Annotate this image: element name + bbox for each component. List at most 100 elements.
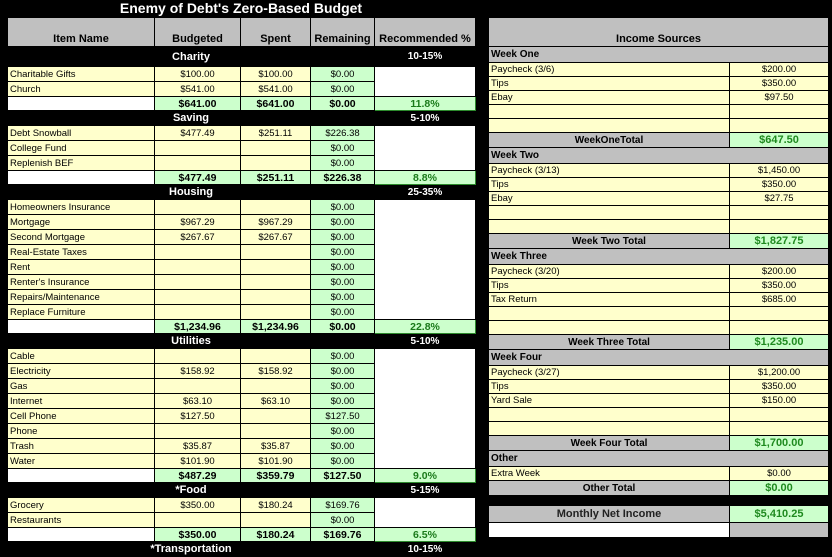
item-spent[interactable]: $63.10 <box>240 393 311 409</box>
income-amount[interactable]: $350.00 <box>728 76 830 91</box>
income-source-name[interactable]: Paycheck (3/20) <box>488 264 730 279</box>
income-source-name[interactable]: Tips <box>488 177 730 192</box>
item-name[interactable]: Trash <box>7 438 155 454</box>
item-spent[interactable] <box>240 423 311 439</box>
item-name[interactable]: Replace Furniture <box>7 304 155 320</box>
income-amount[interactable] <box>728 407 830 422</box>
item-name[interactable]: Repairs/Maintenance <box>7 289 155 305</box>
item-name[interactable]: Cable <box>7 348 155 364</box>
item-budgeted[interactable]: $127.50 <box>154 408 241 424</box>
income-amount[interactable] <box>728 421 830 436</box>
income-amount[interactable]: $350.00 <box>728 278 830 293</box>
income-amount[interactable] <box>728 306 830 321</box>
income-amount[interactable]: $200.00 <box>728 62 830 77</box>
item-spent[interactable]: $267.67 <box>240 229 311 245</box>
income-source-name[interactable]: Tips <box>488 278 730 293</box>
item-name[interactable]: Gas <box>7 378 155 394</box>
item-spent[interactable]: $180.24 <box>240 497 311 513</box>
income-source-name[interactable]: Paycheck (3/6) <box>488 62 730 77</box>
item-budgeted[interactable] <box>154 512 241 528</box>
income-source-name[interactable] <box>488 104 730 119</box>
item-name[interactable]: Real-Estate Taxes <box>7 244 155 260</box>
item-spent[interactable]: $251.11 <box>240 125 311 141</box>
item-budgeted[interactable]: $541.00 <box>154 81 241 97</box>
income-amount[interactable]: $350.00 <box>728 379 830 394</box>
income-source-name[interactable]: Paycheck (3/27) <box>488 365 730 380</box>
item-spent[interactable]: $541.00 <box>240 81 311 97</box>
item-budgeted[interactable] <box>154 378 241 394</box>
item-name[interactable]: Second Mortgage <box>7 229 155 245</box>
item-spent[interactable] <box>240 274 311 290</box>
item-budgeted[interactable] <box>154 244 241 260</box>
item-name[interactable]: Replenish BEF <box>7 155 155 171</box>
item-spent[interactable]: $101.90 <box>240 453 311 469</box>
item-name[interactable]: Church <box>7 81 155 97</box>
item-budgeted[interactable] <box>154 259 241 275</box>
income-amount[interactable] <box>728 320 830 335</box>
item-budgeted[interactable] <box>154 155 241 171</box>
item-spent[interactable] <box>240 304 311 320</box>
item-spent[interactable] <box>240 199 311 215</box>
income-amount[interactable] <box>728 219 830 234</box>
item-spent[interactable] <box>240 155 311 171</box>
item-budgeted[interactable]: $477.49 <box>154 125 241 141</box>
item-budgeted[interactable]: $158.92 <box>154 363 241 379</box>
item-name[interactable]: Cell Phone <box>7 408 155 424</box>
item-spent[interactable]: $35.87 <box>240 438 311 454</box>
item-spent[interactable] <box>240 408 311 424</box>
income-source-name[interactable]: Tips <box>488 379 730 394</box>
item-name[interactable]: Water <box>7 453 155 469</box>
item-budgeted[interactable] <box>154 304 241 320</box>
item-budgeted[interactable] <box>154 348 241 364</box>
item-name[interactable]: Charitable Gifts <box>7 66 155 82</box>
income-amount[interactable]: $200.00 <box>728 264 830 279</box>
item-spent[interactable] <box>240 378 311 394</box>
income-source-name[interactable]: Tax Return <box>488 292 730 307</box>
income-amount[interactable]: $97.50 <box>728 90 830 105</box>
item-name[interactable]: Internet <box>7 393 155 409</box>
income-amount[interactable]: $0.00 <box>728 466 830 481</box>
item-name[interactable]: Electricity <box>7 363 155 379</box>
item-budgeted[interactable]: $101.90 <box>154 453 241 469</box>
item-name[interactable]: Renter's Insurance <box>7 274 155 290</box>
item-name[interactable]: Mortgage <box>7 214 155 230</box>
item-budgeted[interactable] <box>154 274 241 290</box>
item-budgeted[interactable]: $100.00 <box>154 66 241 82</box>
income-amount[interactable]: $27.75 <box>728 191 830 206</box>
item-spent[interactable]: $967.29 <box>240 214 311 230</box>
income-source-name[interactable] <box>488 219 730 234</box>
income-amount[interactable]: $350.00 <box>728 177 830 192</box>
item-budgeted[interactable] <box>154 199 241 215</box>
income-source-name[interactable]: Ebay <box>488 90 730 105</box>
income-source-name[interactable]: Extra Week <box>488 466 730 481</box>
income-source-name[interactable] <box>488 205 730 220</box>
income-source-name[interactable]: Yard Sale <box>488 393 730 408</box>
income-amount[interactable] <box>728 104 830 119</box>
item-budgeted[interactable] <box>154 289 241 305</box>
income-source-name[interactable] <box>488 306 730 321</box>
item-name[interactable]: Rent <box>7 259 155 275</box>
income-amount[interactable]: $1,450.00 <box>728 163 830 178</box>
income-source-name[interactable] <box>488 320 730 335</box>
item-name[interactable]: Phone <box>7 423 155 439</box>
item-spent[interactable]: $158.92 <box>240 363 311 379</box>
income-amount[interactable] <box>728 205 830 220</box>
item-spent[interactable] <box>240 259 311 275</box>
item-spent[interactable] <box>240 140 311 156</box>
item-spent[interactable]: $100.00 <box>240 66 311 82</box>
item-name[interactable]: Restaurants <box>7 512 155 528</box>
income-amount[interactable]: $685.00 <box>728 292 830 307</box>
item-spent[interactable] <box>240 348 311 364</box>
item-name[interactable]: College Fund <box>7 140 155 156</box>
item-budgeted[interactable]: $63.10 <box>154 393 241 409</box>
income-source-name[interactable]: Paycheck (3/13) <box>488 163 730 178</box>
item-budgeted[interactable]: $267.67 <box>154 229 241 245</box>
income-source-name[interactable]: Ebay <box>488 191 730 206</box>
income-source-name[interactable] <box>488 118 730 133</box>
item-budgeted[interactable] <box>154 423 241 439</box>
income-source-name[interactable] <box>488 421 730 436</box>
item-spent[interactable] <box>240 244 311 260</box>
income-source-name[interactable] <box>488 407 730 422</box>
item-name[interactable]: Debt Snowball <box>7 125 155 141</box>
income-amount[interactable]: $150.00 <box>728 393 830 408</box>
